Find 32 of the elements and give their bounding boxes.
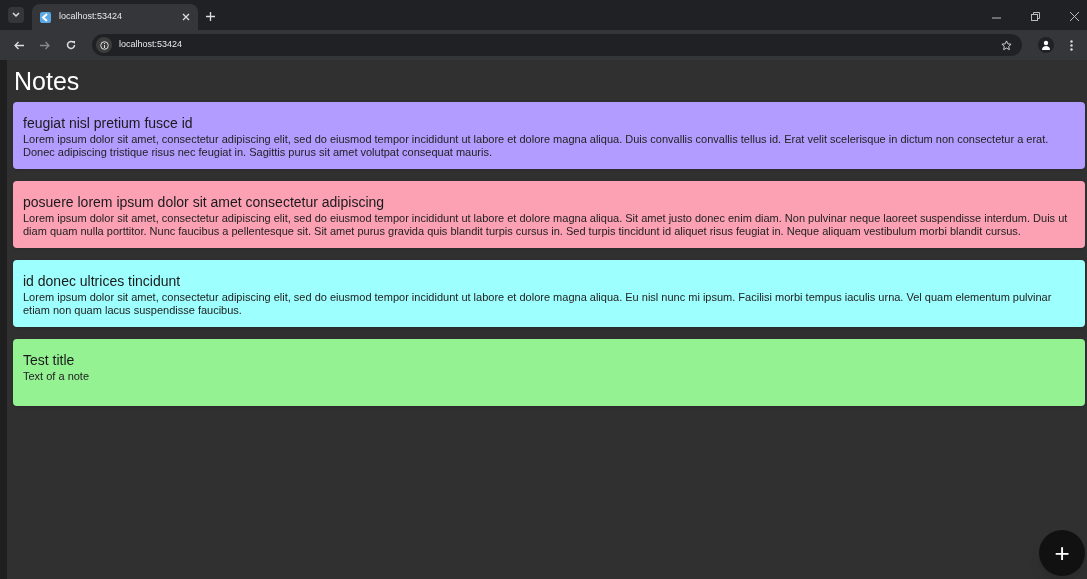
- close-icon[interactable]: [182, 13, 190, 21]
- star-icon[interactable]: [1001, 39, 1012, 51]
- note-text: Lorem ipsum dolor sit amet, consectetur adipiscing elit, sed do eiusmod tempor incididunt ut labore et dolore magna aliqua. Eu nisl nunc mi ipsum. Facilisi morbi tempus iaculis urna. Vel quam elementum pulvinar etiam non quam lacus suspendisse faucibus.: [23, 291, 1053, 316]
- caret-icon: [12, 12, 20, 18]
- page-title: Notes: [13, 66, 81, 97]
- note-title: id donec ultrices tincidunt: [23, 272, 182, 290]
- tab-search-button[interactable]: [8, 7, 24, 23]
- note-card[interactable]: Test title Text of a note: [13, 339, 1085, 406]
- note-title: feugiat nisl pretium fusce id: [23, 114, 194, 132]
- note-title: Test title: [23, 351, 76, 369]
- menu-icon[interactable]: [1070, 39, 1073, 51]
- app-favicon: [40, 11, 51, 23]
- note-card[interactable]: [13, 102, 1085, 169]
- note-text: Text of a note: [23, 370, 91, 383]
- address-bar[interactable]: localhost:53424: [92, 34, 1022, 56]
- close-window-icon[interactable]: [1070, 12, 1079, 21]
- note-title: posuere lorem ipsum dolor sit amet consectetur adipiscing: [23, 193, 386, 211]
- add-note-button[interactable]: +: [1039, 530, 1085, 576]
- note-card[interactable]: [13, 181, 1085, 248]
- forward-arrow-icon[interactable]: [40, 40, 50, 50]
- site-info-icon[interactable]: [96, 37, 112, 53]
- new-tab-icon[interactable]: [206, 12, 215, 21]
- browser-tab[interactable]: localhost:53424: [32, 4, 198, 30]
- note-card[interactable]: [13, 260, 1085, 327]
- address-text: localhost:53424: [119, 38, 184, 52]
- back-arrow-icon[interactable]: [14, 40, 24, 50]
- tab-title: localhost:53424: [59, 10, 124, 24]
- note-text: Lorem ipsum dolor sit amet, consectetur adipiscing elit, sed do eiusmod tempor incididunt ut labore et dolore magna aliqua. Sit amet justo donec enim diam. Non pulvinar neque laoreet suspendisse interdum. Duis ut diam quam nulla porttitor. Nunc faucibus a pellentesque sit. Sit amet purus gravida quis blandit turpis cursus in. Sed turpis tincidunt id aliquet risus feugiat in. Neque aliquam vestibulum morbi blandit cursus.: [23, 212, 1069, 237]
- note-text: Lorem ipsum dolor sit amet, consectetur adipiscing elit, sed do eiusmod tempor incididunt ut labore et dolore magna aliqua. Duis convallis convallis tellus id. Erat velit scelerisque in dictum non consectetur a erat. Donec adipiscing tristique risus nec feugiat in. Sagittis purus sit amet volutpat consequat mauris.: [23, 133, 1050, 158]
- profile-icon[interactable]: [1038, 37, 1054, 53]
- restore-icon[interactable]: [1031, 12, 1040, 21]
- reload-icon[interactable]: [66, 40, 76, 50]
